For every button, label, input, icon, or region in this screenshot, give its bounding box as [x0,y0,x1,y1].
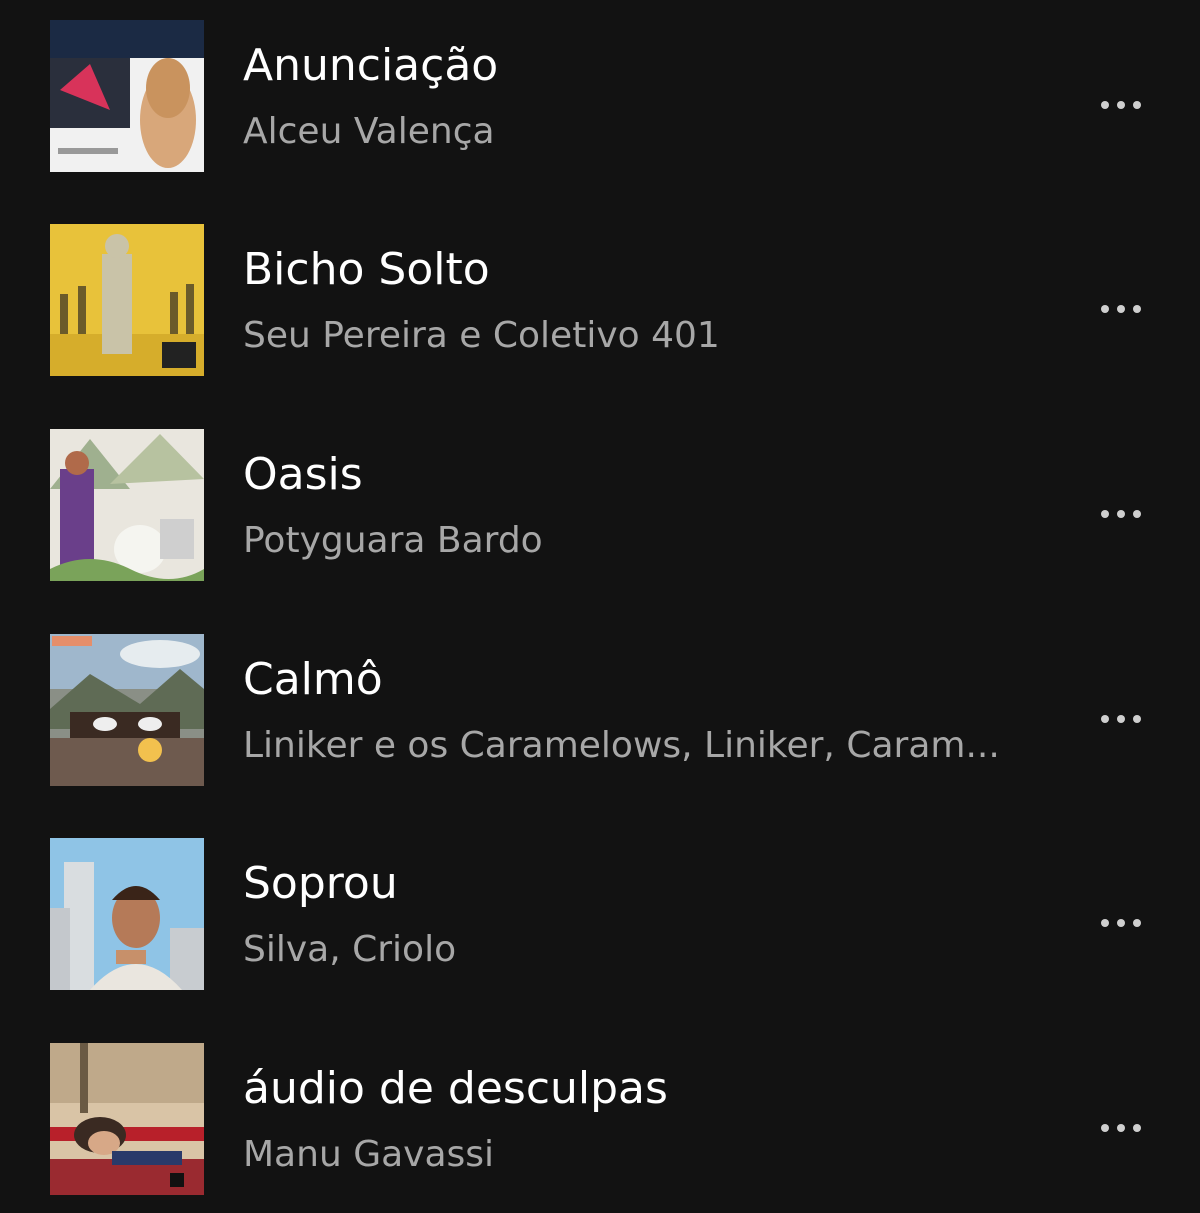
track-row[interactable]: Soprou Silva, Criolo [0,838,1200,1008]
more-options-button[interactable] [1086,80,1156,130]
album-cover-image [50,20,204,172]
track-row[interactable]: Bicho Solto Seu Pereira e Coletivo 401 [0,224,1200,394]
album-cover-image [50,634,204,786]
track-list: Anunciação Alceu Valença Bicho Solto Seu… [0,0,1200,1200]
track-title: Bicho Solto [243,244,490,295]
track-artist[interactable]: Silva, Criolo [243,928,1033,972]
track-artist[interactable]: Alceu Valença [243,110,1033,154]
track-row[interactable]: áudio de desculpas Manu Gavassi [0,1043,1200,1213]
more-options-button[interactable] [1086,284,1156,334]
ellipsis-horizontal-icon [1101,305,1109,313]
ellipsis-horizontal-icon [1101,510,1109,518]
album-cover-image [50,429,204,581]
album-cover-image [50,838,204,990]
track-row[interactable]: Oasis Potyguara Bardo [0,429,1200,599]
track-title: Oasis [243,449,363,500]
more-options-button[interactable] [1086,898,1156,948]
more-options-button[interactable] [1086,1103,1156,1153]
track-artist[interactable]: Liniker e os Caramelows, Liniker, Caram.… [243,724,1033,768]
track-title: Anunciação [243,40,499,91]
track-title: Soprou [243,858,398,909]
ellipsis-horizontal-icon [1101,1124,1109,1132]
track-title: Calmô [243,654,383,705]
album-cover-image [50,1043,204,1195]
track-row[interactable]: Calmô Liniker e os Caramelows, Liniker, … [0,634,1200,804]
more-options-button[interactable] [1086,694,1156,744]
track-artist[interactable]: Seu Pereira e Coletivo 401 [243,314,1033,358]
album-cover-image [50,224,204,376]
track-row[interactable]: Anunciação Alceu Valença [0,20,1200,190]
more-options-button[interactable] [1086,489,1156,539]
ellipsis-horizontal-icon [1101,919,1109,927]
ellipsis-horizontal-icon [1101,715,1109,723]
ellipsis-horizontal-icon [1101,101,1109,109]
track-artist[interactable]: Potyguara Bardo [243,519,1033,563]
track-title: áudio de desculpas [243,1063,668,1114]
track-artist[interactable]: Manu Gavassi [243,1133,1033,1177]
